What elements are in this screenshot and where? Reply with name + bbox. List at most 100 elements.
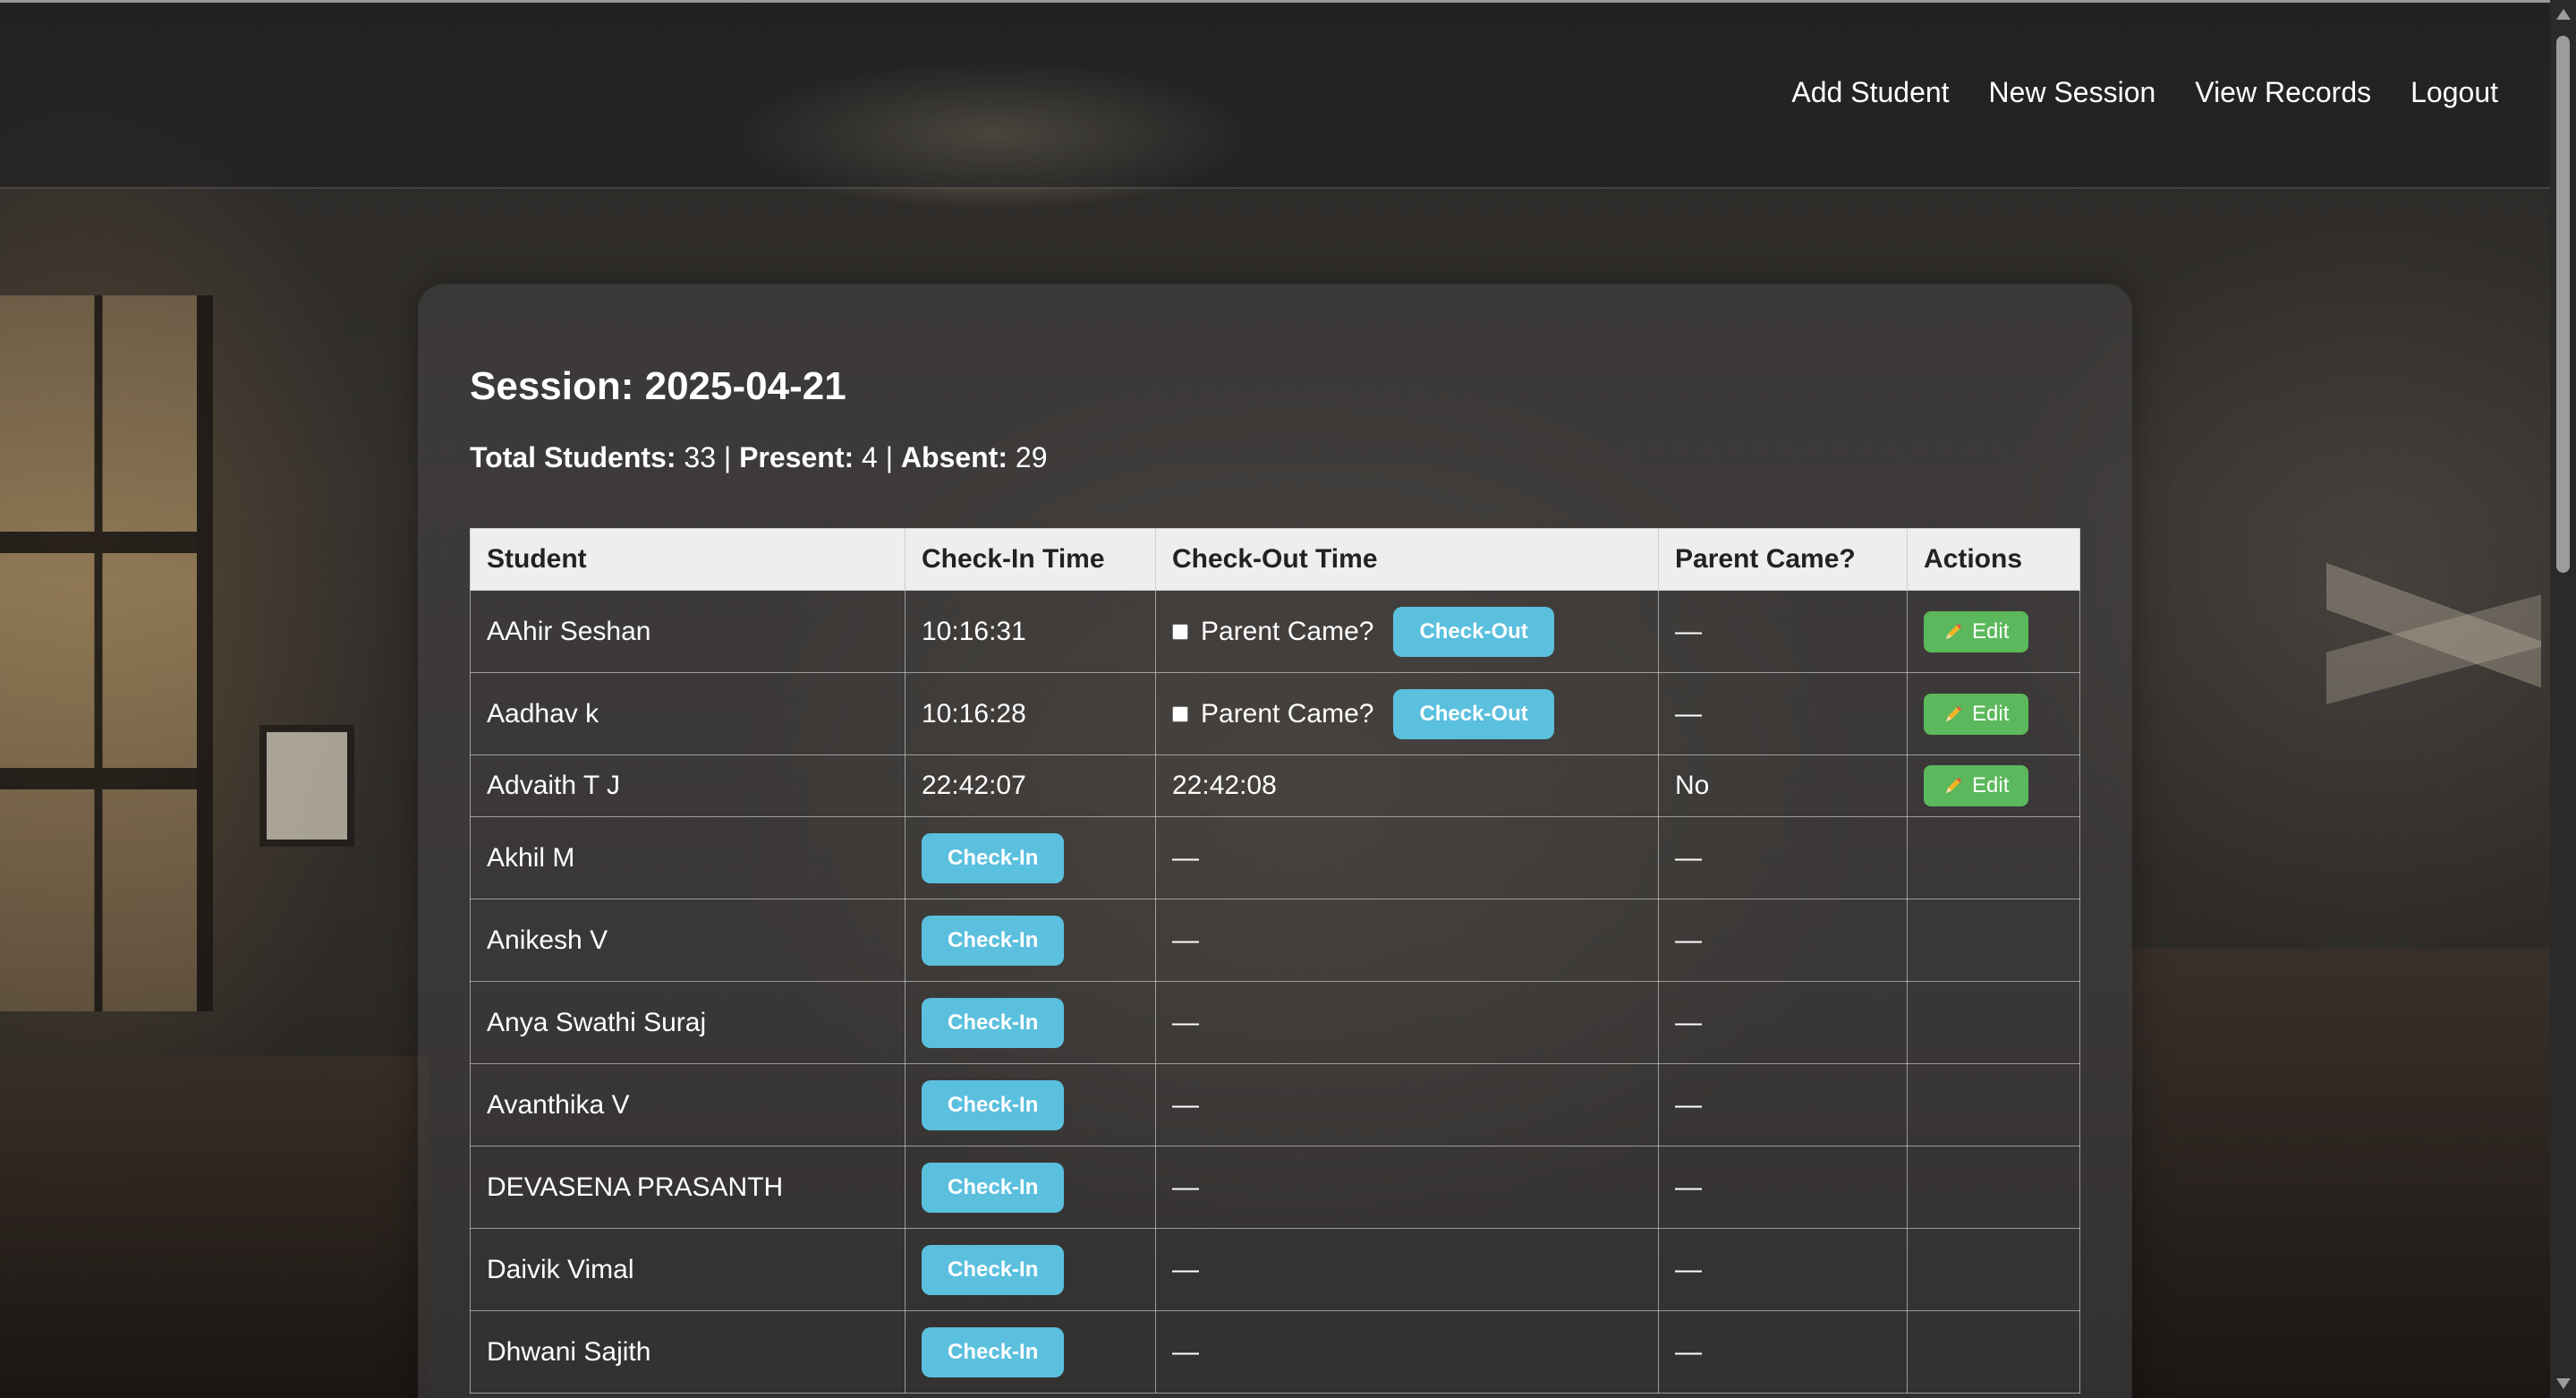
checkout-time: — bbox=[1155, 1146, 1659, 1229]
table-row: Advaith T J 22:42:07 22:42:08 No Edit bbox=[470, 754, 2080, 817]
checkin-button[interactable]: Check-In bbox=[922, 1244, 1065, 1295]
parent-came-label: Parent Came? bbox=[1201, 616, 1374, 646]
checkout-cell: Parent Came? Check-Out bbox=[1155, 590, 1659, 673]
checkout-time: — bbox=[1155, 981, 1659, 1064]
actions-cell bbox=[1907, 1228, 2080, 1311]
table-row: Dhwani Sajith Check-In — — bbox=[470, 1310, 2080, 1394]
scroll-down-arrow-icon[interactable] bbox=[2556, 1378, 2571, 1389]
checkin-time: 10:16:31 bbox=[905, 590, 1156, 673]
absent-value: 29 bbox=[1015, 441, 1048, 473]
parent-came-value: — bbox=[1658, 1310, 1908, 1394]
table-row: Anikesh V Check-In — — bbox=[470, 899, 2080, 982]
table-row: AAhir Seshan 10:16:31 Parent Came? Check… bbox=[470, 590, 2080, 673]
table-row: Daivik Vimal Check-In — — bbox=[470, 1228, 2080, 1311]
actions-cell bbox=[1907, 1310, 2080, 1394]
total-value: 33 bbox=[684, 441, 716, 473]
nav-logout-link[interactable]: Logout bbox=[2410, 76, 2498, 109]
student-name: Akhil M bbox=[470, 816, 905, 899]
background-desk-right bbox=[2130, 949, 2576, 1398]
parent-came-value: — bbox=[1658, 672, 1908, 755]
table-header-row: Student Check-In Time Check-Out Time Par… bbox=[470, 528, 2080, 591]
pencil-icon bbox=[1945, 777, 1962, 794]
parent-came-value: — bbox=[1658, 590, 1908, 673]
edit-button-label: Edit bbox=[1972, 618, 2010, 644]
header-parent-came: Parent Came? bbox=[1658, 528, 1908, 591]
nav-view-records-link[interactable]: View Records bbox=[2195, 76, 2371, 109]
checkout-time: — bbox=[1155, 816, 1659, 899]
checkout-form: Parent Came? Check-Out bbox=[1172, 606, 1642, 657]
present-label: Present: bbox=[739, 441, 854, 473]
table-row: Anya Swathi Suraj Check-In — — bbox=[470, 981, 2080, 1064]
page-scrollbar[interactable] bbox=[2550, 0, 2576, 1398]
checkout-time: — bbox=[1155, 899, 1659, 982]
header-checkout-time: Check-Out Time bbox=[1155, 528, 1659, 591]
checkout-button[interactable]: Check-Out bbox=[1393, 606, 1554, 657]
summary-separator: | bbox=[885, 441, 894, 473]
session-title: Session: 2025-04-21 bbox=[470, 364, 846, 408]
student-name: Daivik Vimal bbox=[470, 1228, 905, 1311]
pencil-icon bbox=[1945, 623, 1962, 639]
background-papers bbox=[2326, 501, 2541, 734]
parent-came-label: Parent Came? bbox=[1201, 698, 1374, 729]
edit-button[interactable]: Edit bbox=[1924, 610, 2029, 652]
checkin-button[interactable]: Check-In bbox=[922, 997, 1065, 1048]
checkin-cell: Check-In bbox=[905, 816, 1156, 899]
nav-links: Add Student New Session View Records Log… bbox=[1791, 76, 2498, 109]
actions-cell bbox=[1907, 981, 2080, 1064]
checkin-button[interactable]: Check-In bbox=[922, 1079, 1065, 1130]
actions-cell bbox=[1907, 816, 2080, 899]
actions-cell bbox=[1907, 1146, 2080, 1229]
checkin-button[interactable]: Check-In bbox=[922, 1326, 1065, 1377]
table-body: AAhir Seshan 10:16:31 Parent Came? Check… bbox=[470, 590, 2080, 1394]
parent-came-value: — bbox=[1658, 816, 1908, 899]
student-name: Dhwani Sajith bbox=[470, 1310, 905, 1394]
scroll-up-arrow-icon[interactable] bbox=[2556, 9, 2571, 20]
actions-cell bbox=[1907, 899, 2080, 982]
nav-new-session-link[interactable]: New Session bbox=[1989, 76, 2156, 109]
checkin-button[interactable]: Check-In bbox=[922, 1162, 1065, 1213]
parent-came-checkbox-label[interactable]: Parent Came? bbox=[1172, 699, 1373, 729]
absent-label: Absent: bbox=[900, 441, 1008, 473]
parent-came-checkbox-label[interactable]: Parent Came? bbox=[1172, 617, 1373, 647]
checkin-cell: Check-In bbox=[905, 1063, 1156, 1147]
edit-button[interactable]: Edit bbox=[1924, 693, 2029, 735]
table-row: Akhil M Check-In — — bbox=[470, 816, 2080, 899]
checkout-cell: Parent Came? Check-Out bbox=[1155, 672, 1659, 755]
parent-came-value: — bbox=[1658, 899, 1908, 982]
nav-add-student-link[interactable]: Add Student bbox=[1791, 76, 1949, 109]
edit-button-label: Edit bbox=[1972, 701, 2010, 726]
checkin-cell: Check-In bbox=[905, 899, 1156, 982]
checkout-time: — bbox=[1155, 1063, 1659, 1147]
header-actions: Actions bbox=[1907, 528, 2080, 591]
student-name: Anya Swathi Suraj bbox=[470, 981, 905, 1064]
parent-came-value: No bbox=[1658, 754, 1908, 817]
parent-came-value: — bbox=[1658, 981, 1908, 1064]
student-name: AAhir Seshan bbox=[470, 590, 905, 673]
checkout-time: — bbox=[1155, 1228, 1659, 1311]
background-desk-left bbox=[0, 1056, 429, 1398]
student-name: Aadhav k bbox=[470, 672, 905, 755]
checkout-form: Parent Came? Check-Out bbox=[1172, 688, 1642, 739]
checkin-cell: Check-In bbox=[905, 981, 1156, 1064]
parent-came-checkbox[interactable] bbox=[1172, 705, 1188, 722]
summary-separator: | bbox=[723, 441, 732, 473]
edit-button-label: Edit bbox=[1972, 773, 2010, 797]
student-name: Avanthika V bbox=[470, 1063, 905, 1147]
header-student: Student bbox=[470, 528, 905, 591]
student-name: DEVASENA PRASANTH bbox=[470, 1146, 905, 1229]
header-checkin-time: Check-In Time bbox=[905, 528, 1156, 591]
checkin-time: 22:42:07 bbox=[905, 754, 1156, 817]
parent-came-checkbox[interactable] bbox=[1172, 623, 1188, 640]
checkin-cell: Check-In bbox=[905, 1228, 1156, 1311]
parent-came-value: — bbox=[1658, 1146, 1908, 1229]
student-name: Anikesh V bbox=[470, 899, 905, 982]
checkout-time: 22:42:08 bbox=[1155, 754, 1659, 817]
checkin-button[interactable]: Check-In bbox=[922, 915, 1065, 966]
checkin-button[interactable]: Check-In bbox=[922, 832, 1065, 883]
edit-button[interactable]: Edit bbox=[1924, 765, 2029, 806]
checkout-button[interactable]: Check-Out bbox=[1393, 688, 1554, 739]
scrollbar-thumb[interactable] bbox=[2556, 36, 2570, 573]
background-window bbox=[0, 295, 213, 1011]
pencil-icon bbox=[1945, 705, 1962, 721]
actions-cell: Edit bbox=[1907, 590, 2080, 673]
